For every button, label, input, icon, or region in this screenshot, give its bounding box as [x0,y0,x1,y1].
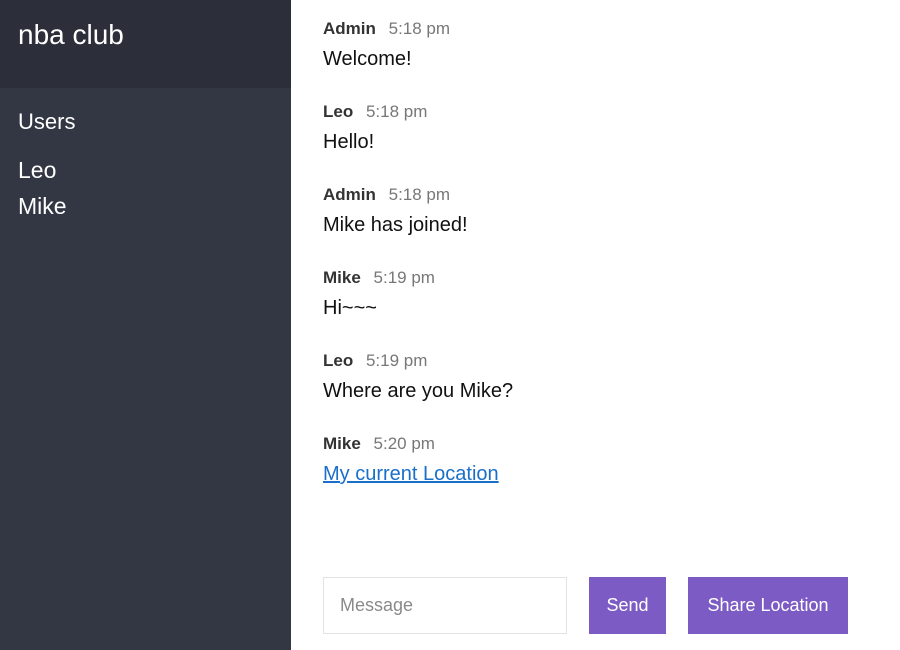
message-text: Hello! [323,131,375,153]
message-time: 5:19 pm [365,351,428,370]
message-item: Mike 5:20 pm My current Location [323,433,880,491]
message-meta: Admin 5:18 pm [323,18,880,40]
share-location-button[interactable]: Share Location [688,577,848,634]
message-meta: Admin 5:18 pm [323,184,880,206]
users-heading: Users [18,109,76,134]
message-text: Hi~~~ [323,297,377,319]
message-time: 5:18 pm [388,19,451,38]
message-location: My current Location [323,459,880,489]
message-sender: Mike [323,434,361,453]
message-meta: Mike 5:20 pm [323,433,880,455]
message-item: Leo 5:18 pm Hello! [323,101,880,159]
user-list-item: Leo [18,157,57,183]
message-form: Send Share Location [323,577,848,634]
message-input[interactable] [323,577,567,634]
message-meta: Leo 5:19 pm [323,350,880,372]
message-item: Admin 5:18 pm Welcome! [323,18,880,76]
user-list-item: Mike [18,193,67,219]
message-text: Mike has joined! [323,214,468,236]
message-sender: Admin [323,19,376,38]
message-sender: Leo [323,102,354,121]
message-sender: Admin [323,185,376,204]
message-item: Mike 5:19 pm Hi~~~ [323,267,880,325]
message-meta: Leo 5:18 pm [323,101,880,123]
message-item: Leo 5:19 pm Where are you Mike? [323,350,880,408]
message-time: 5:18 pm [365,102,428,121]
chat-app: nba club Users Leo Mike Admin 5:18 pm We… [0,0,900,650]
chat-main: Admin 5:18 pm Welcome! Leo 5:18 pm Hello… [291,0,900,650]
message-list: Admin 5:18 pm Welcome! Leo 5:18 pm Hello… [323,18,880,516]
message-sender: Mike [323,268,361,287]
message-meta: Mike 5:19 pm [323,267,880,289]
message-sender: Leo [323,351,354,370]
message-time: 5:19 pm [373,268,435,287]
location-link[interactable]: My current Location [323,463,499,485]
message-time: 5:20 pm [373,434,435,453]
sidebar: nba club Users Leo Mike [0,0,291,650]
users-section: Users Leo Mike [0,88,291,224]
room-title: nba club [0,0,291,88]
user-list: Leo Mike [18,152,291,224]
send-button[interactable]: Send [589,577,666,634]
message-item: Admin 5:18 pm Mike has joined! [323,184,880,242]
message-text: Where are you Mike? [323,380,514,402]
message-time: 5:18 pm [388,185,451,204]
message-text: Welcome! [323,48,412,70]
